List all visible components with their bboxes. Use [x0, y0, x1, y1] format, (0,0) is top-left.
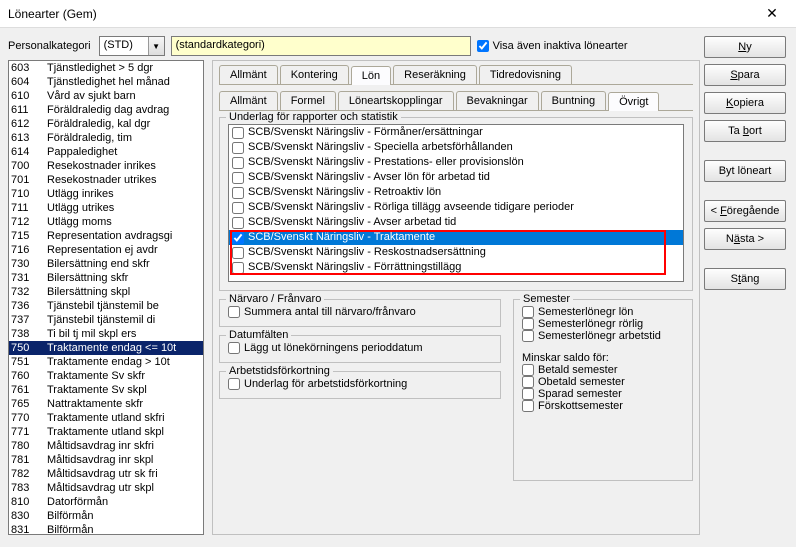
list-item[interactable]: 831Bilförmån — [9, 523, 203, 535]
minskar-checkbox[interactable]: Sparad semester — [522, 388, 684, 400]
bytloneart-button[interactable]: Byt löneart — [704, 160, 786, 182]
tab-reseräkning[interactable]: Reseräkning — [393, 65, 477, 84]
tab-allmänt[interactable]: Allmänt — [219, 91, 278, 110]
tab-löneartskopplingar[interactable]: Löneartskopplingar — [338, 91, 454, 110]
semester-checkbox[interactable]: Semesterlönegr lön — [522, 306, 684, 318]
list-item[interactable]: 711Utlägg utrikes — [9, 201, 203, 215]
list-item[interactable]: 731Bilersättning skfr — [9, 271, 203, 285]
minskar-checkbox[interactable]: Betald semester — [522, 364, 684, 376]
checklist-row[interactable]: SCB/Svenskt Näringsliv - Avser arbetad t… — [229, 215, 683, 230]
semester-checkbox[interactable]: Semesterlönegr arbetstid — [522, 330, 684, 342]
tab-buntning[interactable]: Buntning — [541, 91, 606, 110]
list-item[interactable]: 614Pappaledighet — [9, 145, 203, 159]
category-desc: (standardkategori) — [171, 36, 471, 56]
right-panel: AllmäntKonteringLönReseräkningTidredovis… — [212, 60, 700, 535]
minskar-checkbox[interactable]: Förskottsemester — [522, 400, 684, 412]
personalkat-label: Personalkategori — [8, 40, 91, 52]
arbtid-fieldset: Arbetstidsförkortning Underlag för arbet… — [219, 371, 501, 399]
list-item[interactable]: 737Tjänstebil tjänstemil di — [9, 313, 203, 327]
minskar-label: Minskar saldo för: — [522, 352, 684, 364]
list-item[interactable]: 715Representation avdragsgi — [9, 229, 203, 243]
list-item[interactable]: 716Representation ej avdr — [9, 243, 203, 257]
semester-fieldset: Semester Semesterlönegr lönSemesterlöneg… — [513, 299, 693, 481]
list-item[interactable]: 765Nattraktamente skfr — [9, 397, 203, 411]
underlag-checklist[interactable]: SCB/Svenskt Näringsliv - Förmåner/ersätt… — [228, 124, 684, 282]
kopiera-button[interactable]: Kopiera — [704, 92, 786, 114]
loneart-list[interactable]: 603Tjänstledighet > 5 dgr604Tjänstledigh… — [8, 60, 204, 535]
checklist-row[interactable]: SCB/Svenskt Näringsliv - Förmåner/ersätt… — [229, 125, 683, 140]
list-item[interactable]: 738Ti bil tj mil skpl ers — [9, 327, 203, 341]
list-item[interactable]: 751Traktamente endag > 10t — [9, 355, 203, 369]
tabs-secondary: AllmäntFormelLöneartskopplingarBevakning… — [219, 91, 693, 111]
chevron-down-icon[interactable]: ▼ — [148, 37, 164, 55]
nasta-button[interactable]: Nästa > — [704, 228, 786, 250]
checklist-row[interactable]: SCB/Svenskt Näringsliv - Förrättningstil… — [229, 260, 683, 275]
show-inactive-checkbox[interactable]: Visa även inaktiva lönearter — [477, 40, 628, 52]
list-item[interactable]: 771Traktamente utland skpl — [9, 425, 203, 439]
narvaro-fieldset: Närvaro / Frånvaro Summera antal till nä… — [219, 299, 501, 327]
checklist-row[interactable]: SCB/Svenskt Näringsliv - Rörliga tillägg… — [229, 200, 683, 215]
minskar-checkbox[interactable]: Obetald semester — [522, 376, 684, 388]
list-item[interactable]: 712Utlägg moms — [9, 215, 203, 229]
list-item[interactable]: 830Bilförmån — [9, 509, 203, 523]
narvaro-checkbox[interactable]: Summera antal till närvaro/frånvaro — [228, 306, 492, 318]
checklist-row[interactable]: SCB/Svenskt Näringsliv - Avser lön för a… — [229, 170, 683, 185]
list-item[interactable]: 701Resekostnader utrikes — [9, 173, 203, 187]
list-item[interactable]: 700Resekostnader inrikes — [9, 159, 203, 173]
ny-button[interactable]: Ny — [704, 36, 786, 58]
tab-kontering[interactable]: Kontering — [280, 65, 349, 84]
list-item[interactable]: 730Bilersättning end skfr — [9, 257, 203, 271]
tab-formel[interactable]: Formel — [280, 91, 336, 110]
datum-checkbox[interactable]: Lägg ut lönekörningens perioddatum — [228, 342, 492, 354]
list-item[interactable]: 783Måltidsavdrag utr skpl — [9, 481, 203, 495]
list-item[interactable]: 782Måltidsavdrag utr sk fri — [9, 467, 203, 481]
list-item[interactable]: 612Föräldraledig, kal dgr — [9, 117, 203, 131]
semester-checkbox[interactable]: Semesterlönegr rörlig — [522, 318, 684, 330]
window-title: Lönearter (Gem) — [8, 7, 97, 21]
tab-bevakningar[interactable]: Bevakningar — [456, 91, 539, 110]
list-item[interactable]: 761Traktamente Sv skpl — [9, 383, 203, 397]
list-item[interactable]: 611Föräldraledig dag avdrag — [9, 103, 203, 117]
checklist-row[interactable]: SCB/Svenskt Näringsliv - Retroaktiv lön — [229, 185, 683, 200]
list-item[interactable]: 604Tjänstledighet hel månad — [9, 75, 203, 89]
tabs-primary: AllmäntKonteringLönReseräkningTidredovis… — [219, 65, 693, 85]
top-row: Personalkategori (STD) ▼ (standardkatego… — [0, 28, 796, 60]
list-item[interactable]: 613Föräldraledig, tim — [9, 131, 203, 145]
list-item[interactable]: 736Tjänstebil tjänstemil be — [9, 299, 203, 313]
personalkat-dropdown[interactable]: (STD) ▼ — [99, 36, 165, 56]
list-item[interactable]: 760Traktamente Sv skfr — [9, 369, 203, 383]
list-item[interactable]: 732Bilersättning skpl — [9, 285, 203, 299]
checklist-row[interactable]: SCB/Svenskt Näringsliv - Prestations- el… — [229, 155, 683, 170]
close-icon[interactable]: ✕ — [752, 1, 792, 27]
stang-button[interactable]: Stäng — [704, 268, 786, 290]
list-item[interactable]: 710Utlägg inrikes — [9, 187, 203, 201]
list-item[interactable]: 770Traktamente utland skfri — [9, 411, 203, 425]
tab-allmänt[interactable]: Allmänt — [219, 65, 278, 84]
checklist-row[interactable]: SCB/Svenskt Näringsliv - Reskostnadsersä… — [229, 245, 683, 260]
arbtid-checkbox[interactable]: Underlag för arbetstidsförkortning — [228, 378, 492, 390]
checklist-row[interactable]: SCB/Svenskt Näringsliv - Speciella arbet… — [229, 140, 683, 155]
list-item[interactable]: 603Tjänstledighet > 5 dgr — [9, 61, 203, 75]
datum-fieldset: Datumfälten Lägg ut lönekörningens perio… — [219, 335, 501, 363]
list-item[interactable]: 810Datorförmån — [9, 495, 203, 509]
list-item[interactable]: 750Traktamente endag <= 10t — [9, 341, 203, 355]
tab-lön[interactable]: Lön — [351, 66, 391, 85]
list-item[interactable]: 781Måltidsavdrag inr skpl — [9, 453, 203, 467]
tab-tidredovisning[interactable]: Tidredovisning — [479, 65, 572, 84]
checklist-row[interactable]: SCB/Svenskt Näringsliv - Traktamente — [229, 230, 683, 245]
titlebar: Lönearter (Gem) ✕ — [0, 0, 796, 28]
foregaende-button[interactable]: < Föregående — [704, 200, 786, 222]
tabort-button[interactable]: Ta bort — [704, 120, 786, 142]
list-item[interactable]: 610Vård av sjukt barn — [9, 89, 203, 103]
list-item[interactable]: 780Måltidsavdrag inr skfri — [9, 439, 203, 453]
underlag-fieldset: Underlag för rapporter och statistik SCB… — [219, 117, 693, 291]
spara-button[interactable]: Spara — [704, 64, 786, 86]
side-buttons: Ny Spara Kopiera Ta bort Byt löneart < F… — [704, 36, 786, 290]
tab-övrigt[interactable]: Övrigt — [608, 92, 659, 111]
